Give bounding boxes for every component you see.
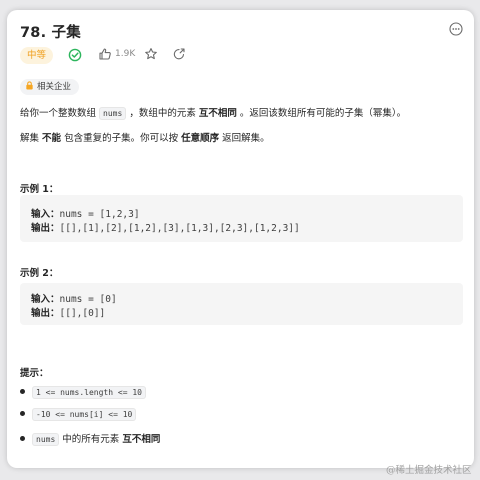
company-tag[interactable]: 相关企业: [20, 79, 80, 95]
desc-text: ，数组中的元素: [126, 108, 199, 119]
hint-item-2: -10 <= nums[i] <= 10: [20, 408, 137, 421]
bullet: [20, 436, 25, 441]
desc-bold: 不能: [42, 133, 62, 144]
difficulty-badge: 中等: [20, 47, 54, 64]
example-1-output: 输出：[[],[1],[2],[1,2],[3],[1,3],[2,3],[1,…: [31, 220, 300, 234]
hints-title: 提示：: [20, 368, 49, 379]
lock-icon: [26, 81, 33, 90]
desc-text: 给你一个整数数组: [20, 108, 100, 119]
input-value: nums = [0]: [59, 294, 117, 305]
output-value: [[],[0]]: [59, 308, 106, 319]
company-tag-label: 相关企业: [37, 82, 72, 92]
hint-bold: 互不相同: [122, 434, 161, 445]
description-paragraph-2: 解集 不能 包含重复的子集。你可以按 任意顺序 返回解集。: [20, 132, 270, 146]
description-paragraph-1: 给你一个整数数组 nums ，数组中的元素 互不相同 。返回该数组所有可能的子集…: [20, 107, 406, 121]
watermark: @稀土掘金技术社区: [386, 465, 472, 476]
inline-code: nums: [32, 433, 60, 446]
desc-text: 包含重复的子集。你可以按: [61, 133, 182, 144]
example-2-title: 示例 2：: [20, 268, 59, 279]
example-2-output: 输出：[[],[0]]: [31, 305, 105, 319]
desc-text: 解集: [20, 133, 43, 144]
example-1-title: 示例 1：: [20, 184, 59, 195]
hint-item-3: nums 中的所有元素 互不相同: [20, 431, 161, 446]
share-icon[interactable]: [172, 47, 186, 61]
input-label: 输入：: [31, 209, 60, 220]
problem-card: 78. 子集 中等 1.9K 相关企业 给你一个整数数组 nums ，数组中的元…: [7, 10, 474, 468]
hint-item-1: 1 <= nums.length <= 10: [20, 386, 146, 399]
star-icon[interactable]: [144, 47, 158, 61]
desc-text: 。返回该数组所有可能的子集（幂集）。: [236, 108, 407, 119]
input-value: nums = [1,2,3]: [59, 209, 140, 220]
input-label: 输入：: [31, 294, 60, 305]
more-icon[interactable]: [449, 22, 463, 36]
solved-check-icon: [68, 48, 82, 62]
output-label: 输出：: [31, 223, 60, 234]
problem-title: 78. 子集: [20, 25, 81, 41]
thumbs-up-icon[interactable]: [98, 47, 112, 61]
output-value: [[],[1],[2],[1,2],[3],[1,3],[2,3],[1,2,3…: [59, 223, 300, 234]
like-count: 1.9K: [115, 49, 136, 59]
hint-text: 中的所有元素: [59, 434, 123, 445]
desc-bold: 任意顺序: [181, 133, 220, 144]
example-1-input: 输入：nums = [1,2,3]: [31, 206, 140, 220]
example-1-box: 输入：nums = [1,2,3] 输出：[[],[1],[2],[1,2],[…: [20, 195, 463, 242]
example-2-input: 输入：nums = [0]: [31, 291, 117, 305]
bullet: [20, 389, 25, 394]
inline-code: -10 <= nums[i] <= 10: [32, 408, 137, 421]
output-label: 输出：: [31, 308, 60, 319]
meta-row: 中等 1.9K: [20, 46, 320, 66]
inline-code-nums: nums: [99, 107, 127, 120]
desc-bold: 互不相同: [198, 108, 237, 119]
example-2-box: 输入：nums = [0] 输出：[[],[0]]: [20, 283, 463, 325]
bullet: [20, 411, 25, 416]
desc-text: 返回解集。: [219, 133, 270, 144]
inline-code: 1 <= nums.length <= 10: [32, 386, 146, 399]
